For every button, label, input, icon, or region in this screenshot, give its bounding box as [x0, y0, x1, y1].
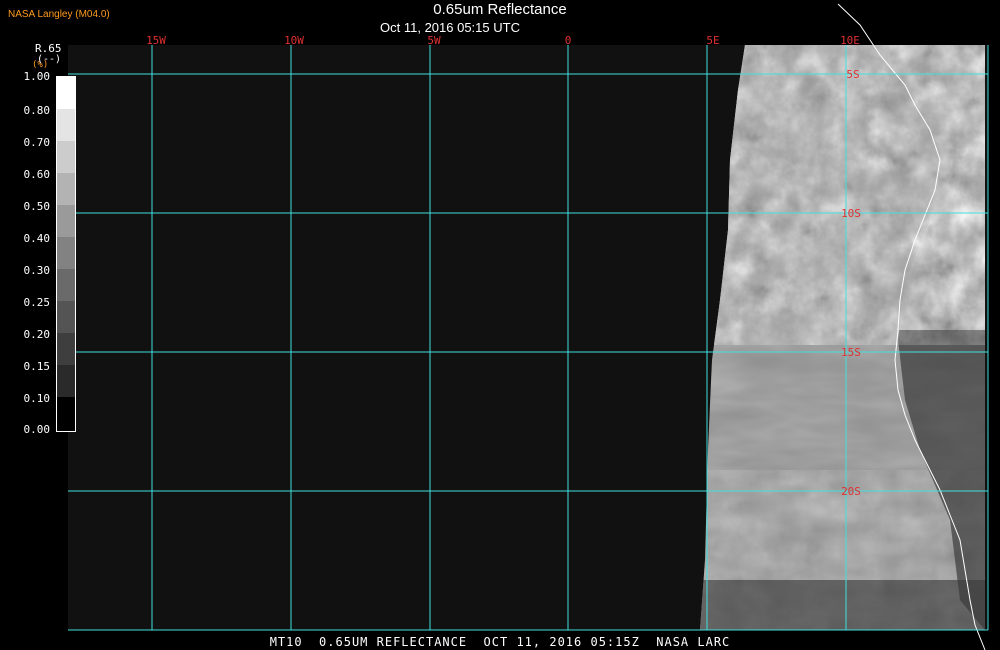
- lon-label-15w: 15W: [146, 34, 166, 47]
- legend-tick: 0.40: [23, 232, 51, 245]
- legend-tick: 0.50: [23, 200, 51, 213]
- legend-tick: 0.25: [23, 296, 51, 309]
- lon-label-10w: 10W: [284, 34, 304, 47]
- legend-tick: 1.00: [23, 70, 51, 83]
- legend-tick: 0.20: [23, 328, 51, 341]
- legend-scale-label: (--): [37, 54, 62, 65]
- legend-colorbar: [56, 76, 76, 432]
- legend-tick: 0.30: [23, 264, 51, 277]
- lat-label-15s: 15S: [841, 346, 861, 359]
- lon-label-5w: 5W: [427, 34, 441, 47]
- legend-tick: 0.15: [23, 360, 51, 373]
- legend-tick: 0.00: [23, 423, 51, 436]
- lat-label-5s: 5S: [846, 68, 859, 81]
- satellite-map: 15W 10W 5W 0 5E 10E 5S 10S 15S 20S: [68, 3, 989, 650]
- legend-tick: 0.60: [23, 168, 51, 181]
- lon-label-5e: 5E: [706, 34, 719, 47]
- lon-label-0: 0: [565, 34, 572, 47]
- legend-tick: 0.70: [23, 136, 51, 149]
- lat-label-10s: 10S: [841, 207, 861, 220]
- lat-label-20s: 20S: [841, 485, 861, 498]
- legend-tick: 0.80: [23, 104, 51, 117]
- legend-tick: 0.10: [23, 392, 51, 405]
- lon-label-10e: 10E: [840, 34, 860, 47]
- footer-caption: MT10 0.65UM REFLECTANCE OCT 11, 2016 05:…: [269, 635, 731, 649]
